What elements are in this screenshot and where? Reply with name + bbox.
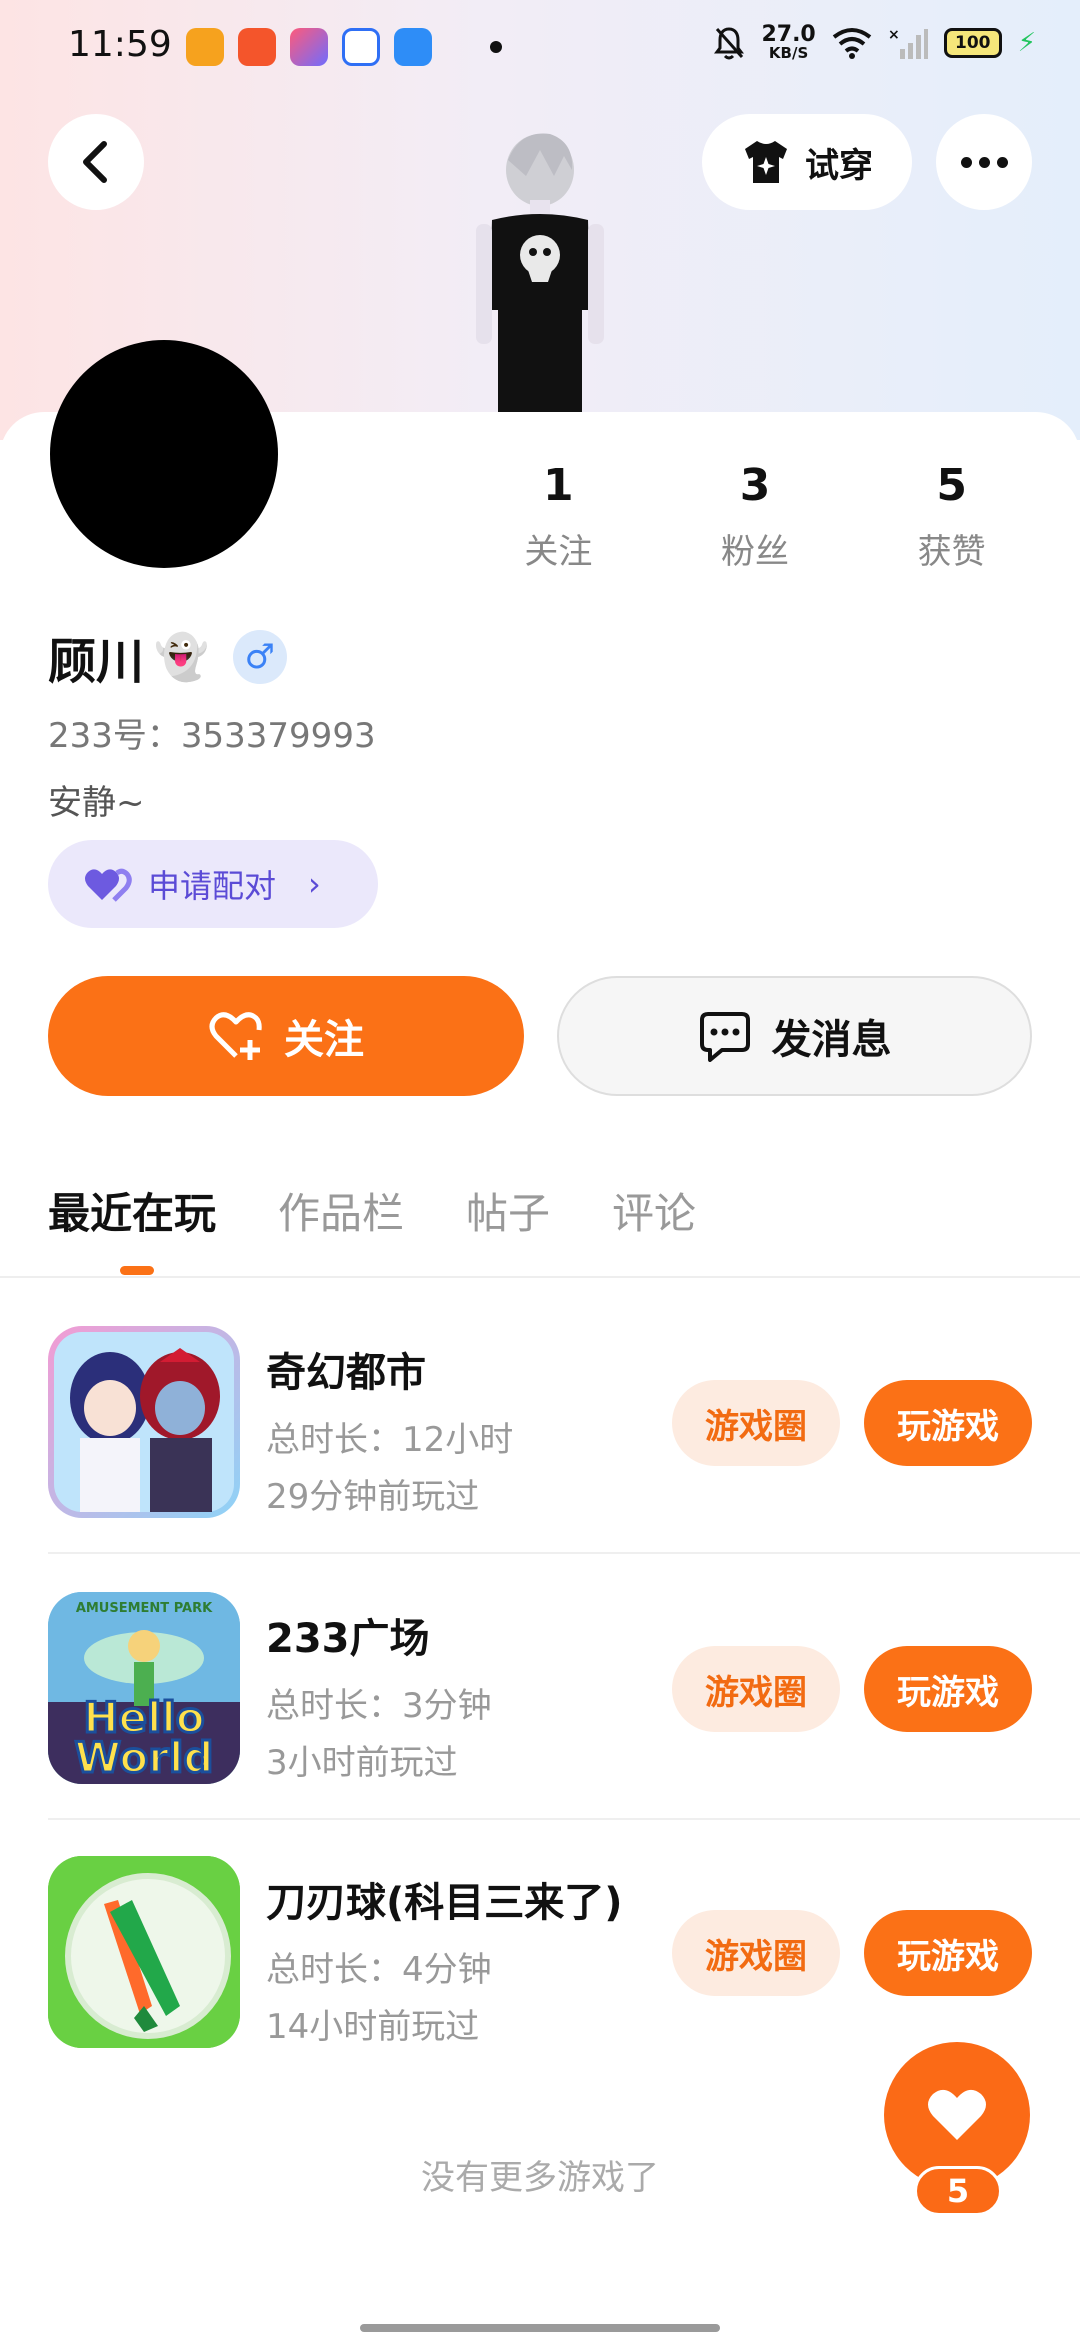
- profile-stats: 1 关注 3 粉丝 5 获赞: [460, 460, 1050, 573]
- game-last-played: 3小时前玩过: [266, 1743, 458, 1783]
- game-title: 奇幻都市: [266, 1350, 426, 1396]
- user-id: 233号：353379993: [48, 716, 376, 756]
- stat-fans-count: 3: [739, 460, 771, 511]
- hello-world-text-2: World: [75, 1733, 214, 1782]
- back-button[interactable]: [48, 114, 144, 210]
- weibo-icon: [186, 28, 224, 66]
- user-bio: 安静~: [48, 783, 145, 823]
- tab-works[interactable]: 作品栏: [278, 1180, 404, 1241]
- svg-text:×: ×: [888, 27, 900, 43]
- blade-ball-icon: [48, 1856, 240, 2048]
- game-list-item[interactable]: AMUSEMENT PARK Hello World 233广场 总时长：3分钟…: [48, 1592, 1080, 1792]
- game-icon-fantasy-city[interactable]: [48, 1326, 240, 1518]
- play-game-button[interactable]: 玩游戏: [864, 1910, 1032, 1996]
- request-match-button[interactable]: 申请配对 ›: [48, 840, 378, 928]
- tab-recently-played[interactable]: 最近在玩: [48, 1180, 216, 1241]
- follow-label: 关注: [284, 1017, 364, 1063]
- game-icon-blade-ball[interactable]: [48, 1856, 240, 2048]
- game-total-time: 总时长：3分钟: [266, 1686, 492, 1726]
- hello-world-icon: AMUSEMENT PARK Hello World: [48, 1592, 240, 1784]
- game-info: 233广场 总时长：3分钟 3小时前玩过: [266, 1606, 492, 1784]
- game-icon-233-plaza[interactable]: AMUSEMENT PARK Hello World: [48, 1592, 240, 1784]
- stat-fans-label: 粉丝: [721, 532, 789, 572]
- heart-icon: [928, 2089, 986, 2140]
- notification-app-icons: [186, 28, 502, 66]
- avatar-3d-character: [476, 133, 604, 420]
- game-info: 刀刃球(科目三来了) 总时长：4分钟 14小时前玩过: [266, 1870, 623, 2048]
- send-message-label: 发消息: [771, 1017, 892, 1063]
- battery-level: 100: [954, 32, 991, 53]
- home-indicator[interactable]: [360, 2324, 720, 2332]
- game-title: 233广场: [266, 1616, 430, 1662]
- try-on-label: 试穿: [805, 145, 873, 186]
- profile-tabs: 最近在玩 作品栏 帖子 评论: [48, 1180, 696, 1241]
- net-speed-unit: KB/S: [768, 44, 809, 62]
- send-message-button[interactable]: 发消息: [557, 976, 1032, 1096]
- like-count-badge: 5: [914, 2166, 1002, 2216]
- game-title: 刀刃球(科目三来了): [266, 1880, 623, 1926]
- anime-characters-icon: [54, 1332, 234, 1512]
- stat-following-count: 1: [543, 460, 574, 511]
- more-options-button[interactable]: [936, 114, 1032, 210]
- game-circle-button[interactable]: 游戏圈: [672, 1380, 840, 1466]
- stat-fans[interactable]: 3 粉丝: [657, 460, 854, 573]
- stat-likes[interactable]: 5 获赞: [853, 460, 1050, 573]
- play-game-button[interactable]: 玩游戏: [864, 1646, 1032, 1732]
- heart-plus-icon: [209, 1012, 262, 1060]
- ghost-emoji-icon: 👻: [154, 632, 209, 683]
- tab-posts[interactable]: 帖子: [466, 1180, 550, 1241]
- chat-bubble-icon: [699, 1012, 750, 1062]
- user-name: 顾川: [48, 634, 145, 690]
- more-notifications-dot: [490, 41, 502, 53]
- hello-world-top-text: AMUSEMENT PARK: [76, 1601, 213, 1616]
- net-speed-value: 27.0: [761, 22, 816, 47]
- wifi-icon: [832, 27, 871, 59]
- baidu-icon: [342, 28, 380, 66]
- more-dot-icon: [996, 156, 1008, 168]
- more-dot-icon: [978, 156, 990, 168]
- bell-mute-icon: [714, 26, 745, 59]
- chevron-left-icon: [83, 141, 107, 183]
- charging-icon: ⚡: [1017, 27, 1036, 58]
- chevron-right-icon: ›: [308, 865, 321, 903]
- kuaishou-icon: [238, 28, 276, 66]
- list-divider: [48, 1818, 1080, 1820]
- paint-icon: [290, 28, 328, 66]
- double-heart-icon: [85, 868, 132, 902]
- game-list-item[interactable]: 奇幻都市 总时长：12小时 29分钟前玩过 游戏圈 玩游戏: [48, 1326, 1080, 1526]
- stat-following-label: 关注: [524, 532, 593, 572]
- status-right: 27.0 KB/S × 100 ⚡: [713, 24, 1036, 61]
- follow-button[interactable]: 关注: [48, 976, 524, 1096]
- game-circle-button[interactable]: 游戏圈: [672, 1910, 840, 1996]
- game-list-item[interactable]: 刀刃球(科目三来了) 总时长：4分钟 14小时前玩过 游戏圈 玩游戏: [48, 1856, 1080, 2056]
- gender-male-icon: ♂: [232, 630, 287, 684]
- more-dot-icon: [960, 156, 972, 168]
- game-info: 奇幻都市 总时长：12小时 29分钟前玩过: [266, 1340, 513, 1518]
- game-total-time: 总时长：4分钟: [266, 1950, 492, 1990]
- game-last-played: 14小时前玩过: [266, 2007, 480, 2047]
- tab-comments[interactable]: 评论: [612, 1180, 696, 1241]
- feather-icon: [394, 28, 432, 66]
- play-game-button[interactable]: 玩游戏: [864, 1380, 1032, 1466]
- tabs-divider: [0, 1276, 1080, 1278]
- status-time: 11:59: [68, 24, 172, 65]
- game-last-played: 29分钟前玩过: [266, 1477, 480, 1517]
- list-divider: [48, 1552, 1080, 1554]
- status-bar: 11:59 27.0 KB/S × 100 ⚡: [0, 0, 1080, 96]
- signal-icon: ×: [888, 27, 928, 59]
- stat-following[interactable]: 1 关注: [460, 460, 657, 573]
- tshirt-sparkle-icon: [745, 141, 787, 183]
- name-row: 顾川 👻 ♂: [48, 622, 287, 692]
- game-total-time: 总时长：12小时: [266, 1420, 514, 1460]
- active-tab-indicator: [120, 1266, 154, 1275]
- stat-likes-count: 5: [936, 460, 967, 511]
- net-speed: 27.0 KB/S: [761, 24, 815, 61]
- try-on-button[interactable]: 试穿: [702, 114, 912, 210]
- request-match-label: 申请配对: [148, 867, 277, 905]
- game-circle-button[interactable]: 游戏圈: [672, 1646, 840, 1732]
- stat-likes-label: 获赞: [917, 532, 986, 572]
- battery-icon: 100: [943, 27, 1002, 58]
- user-avatar[interactable]: [50, 340, 278, 568]
